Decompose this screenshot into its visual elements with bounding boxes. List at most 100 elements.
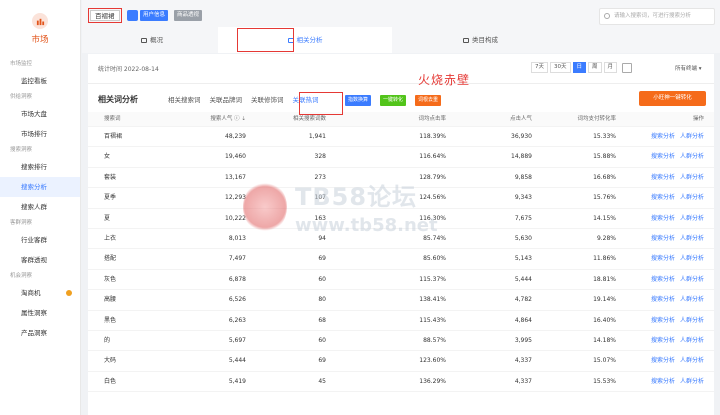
row-actions: 搜索分析 人群分析 [646, 270, 704, 290]
col-ctr[interactable]: 词均点击率 [418, 112, 446, 127]
sidebar-item-crowd-perspective[interactable]: 客群透视 [0, 250, 80, 270]
search-analysis-link[interactable]: 搜索分析 [651, 357, 675, 364]
col-keyword[interactable]: 搜索词 [104, 112, 121, 127]
search-analysis-link[interactable]: 搜索分析 [651, 317, 675, 324]
row-ctr: 115.37% [419, 275, 446, 283]
search-analysis-link[interactable]: 搜索分析 [651, 255, 675, 262]
sidebar: 市场 市场监控 监控看板 供给洞察 市场大盘 市场排行 搜索洞察 搜索排行 搜索… [0, 0, 81, 415]
sidebar-item-market-rank[interactable]: 市场排行 [0, 124, 80, 144]
period-30d[interactable]: 30天 [550, 62, 571, 73]
search-analysis-link[interactable]: 搜索分析 [651, 378, 675, 385]
row-click-popularity: 7,675 [514, 214, 532, 222]
calendar-icon[interactable] [622, 63, 633, 73]
product-insight-button[interactable]: 商品透视 [174, 10, 203, 21]
search-analysis-link[interactable]: 搜索分析 [651, 296, 675, 303]
search-analysis-link[interactable]: 搜索分析 [651, 174, 675, 181]
row-ctr: 128.79% [419, 173, 446, 181]
crowd-analysis-link[interactable]: 人群分析 [680, 215, 704, 222]
sidebar-item-monitor-board[interactable]: 监控看板 [0, 71, 80, 91]
crowd-analysis-link[interactable]: 人群分析 [680, 317, 704, 324]
period-week[interactable]: 周 [588, 62, 602, 73]
table-row: 高腰 6,526 80 138.41% 4,782 19.14% 搜索分析 人群分析 [88, 290, 714, 311]
search-analysis-link[interactable]: 搜索分析 [651, 337, 675, 344]
search-input[interactable]: 请输入搜索词，可进行搜索分析 [599, 8, 715, 25]
row-keyword: 黑色 [104, 316, 117, 324]
sidebar-item-industry-crowd[interactable]: 行业客群 [0, 230, 80, 250]
crowd-analysis-link[interactable]: 人群分析 [680, 174, 704, 181]
divider [88, 83, 714, 84]
row-ctr: 138.41% [419, 296, 446, 304]
main-content: 统计时间 2022-08-14 7天 30天 日 周 月 所有终端 ▾ 相关词分… [88, 54, 714, 415]
sidebar-item-product-insight[interactable]: 产品洞察 [0, 323, 80, 343]
sidebar-item-search-rank[interactable]: 搜索排行 [0, 157, 80, 177]
period-7d[interactable]: 7天 [531, 62, 548, 73]
search-analysis-link[interactable]: 搜索分析 [651, 194, 675, 201]
crowd-analysis-link[interactable]: 人群分析 [680, 357, 704, 364]
row-click-popularity: 9,858 [514, 173, 532, 181]
row-search-popularity: 6,526 [228, 296, 246, 304]
row-related-count: 69 [318, 357, 326, 365]
col-click-popularity[interactable]: 点击人气 [510, 112, 532, 127]
user-info-button[interactable]: 用户信息 [140, 10, 169, 21]
market-logo[interactable]: 市场 [0, 0, 80, 58]
subtab-related-search[interactable]: 相关搜索词 [168, 94, 201, 104]
row-conversion: 15.53% [593, 377, 616, 385]
crowd-analysis-link[interactable]: 人群分析 [680, 276, 704, 283]
search-analysis-link[interactable]: 搜索分析 [651, 276, 675, 283]
tab-label: 相关分析 [296, 36, 323, 44]
row-keyword: 搭配 [104, 255, 117, 263]
sidebar-item-taoshangji[interactable]: 淘商机 [0, 283, 80, 303]
col-conversion[interactable]: 词均支付转化率 [577, 112, 616, 127]
search-analysis-link[interactable]: 搜索分析 [651, 215, 675, 222]
index-convert-button[interactable]: 指数换算 [345, 95, 372, 106]
crowd-analysis-link[interactable]: 人群分析 [680, 153, 704, 160]
search-analysis-link[interactable]: 搜索分析 [651, 153, 675, 160]
sidebar-item-search-analysis[interactable]: 搜索分析 [0, 177, 80, 197]
row-actions: 搜索分析 人群分析 [646, 290, 704, 310]
row-keyword: 灰色 [104, 275, 117, 283]
row-ctr: 115.43% [419, 316, 446, 324]
row-related-count: 163 [314, 214, 326, 222]
subtab-brand[interactable]: 关联品牌词 [210, 94, 243, 104]
crowd-analysis-link[interactable]: 人群分析 [680, 378, 704, 385]
crowd-analysis-link[interactable]: 人群分析 [680, 337, 704, 344]
col-search-popularity[interactable]: 搜索人气 ⓘ ⇣ [210, 112, 246, 127]
switch-icon[interactable] [127, 10, 138, 21]
row-search-popularity: 7,497 [228, 255, 246, 263]
row-conversion: 18.81% [593, 275, 616, 283]
row-conversion: 15.33% [593, 133, 616, 140]
sidebar-item-search-crowd[interactable]: 搜索人群 [0, 197, 80, 217]
search-analysis-link[interactable]: 搜索分析 [651, 235, 675, 242]
dedupe-button[interactable]: 词根去重 [415, 95, 442, 106]
terminal-select[interactable]: 所有终端 ▾ [675, 64, 702, 72]
row-related-count: 328 [314, 153, 326, 161]
sidebar-item-market-overview[interactable]: 市场大盘 [0, 104, 80, 124]
row-keyword: 夏 [104, 214, 111, 222]
subtab-modifier[interactable]: 关联修饰词 [251, 94, 284, 104]
crowd-analysis-link[interactable]: 人群分析 [680, 194, 704, 201]
row-actions: 搜索分析 人群分析 [646, 188, 704, 208]
row-search-popularity: 5,419 [228, 377, 246, 385]
table-row: 百褶裙 48,239 1,941 118.39% 36,930 15.33% 搜索分析 人群分… [88, 127, 714, 148]
row-actions: 搜索分析 人群分析 [646, 127, 704, 147]
row-ctr: 116.64% [419, 153, 446, 161]
row-conversion: 15.76% [593, 194, 616, 202]
search-analysis-link[interactable]: 搜索分析 [651, 133, 675, 140]
crowd-analysis-link[interactable]: 人群分析 [680, 255, 704, 262]
period-selector: 7天 30天 日 周 月 [531, 62, 633, 73]
tab-category-structure[interactable]: 类目构成 [393, 27, 568, 53]
period-month[interactable]: 月 [603, 62, 618, 73]
row-related-count: 45 [318, 377, 326, 385]
new-badge-icon [66, 290, 72, 296]
row-keyword: 的 [104, 336, 111, 344]
highlight-box [299, 92, 343, 115]
crowd-analysis-link[interactable]: 人群分析 [680, 296, 704, 303]
period-day[interactable]: 日 [572, 62, 587, 73]
tab-overview[interactable]: 概况 [87, 27, 217, 53]
xiaowangshen-convert-button[interactable]: 小旺神一键转化 [639, 91, 706, 106]
crowd-analysis-link[interactable]: 人群分析 [680, 235, 704, 242]
one-click-convert-button[interactable]: 一键转化 [380, 95, 407, 106]
sidebar-item-attribute-insight[interactable]: 属性洞察 [0, 303, 80, 323]
crowd-analysis-link[interactable]: 人群分析 [680, 133, 704, 140]
row-search-popularity: 19,460 [225, 153, 246, 161]
